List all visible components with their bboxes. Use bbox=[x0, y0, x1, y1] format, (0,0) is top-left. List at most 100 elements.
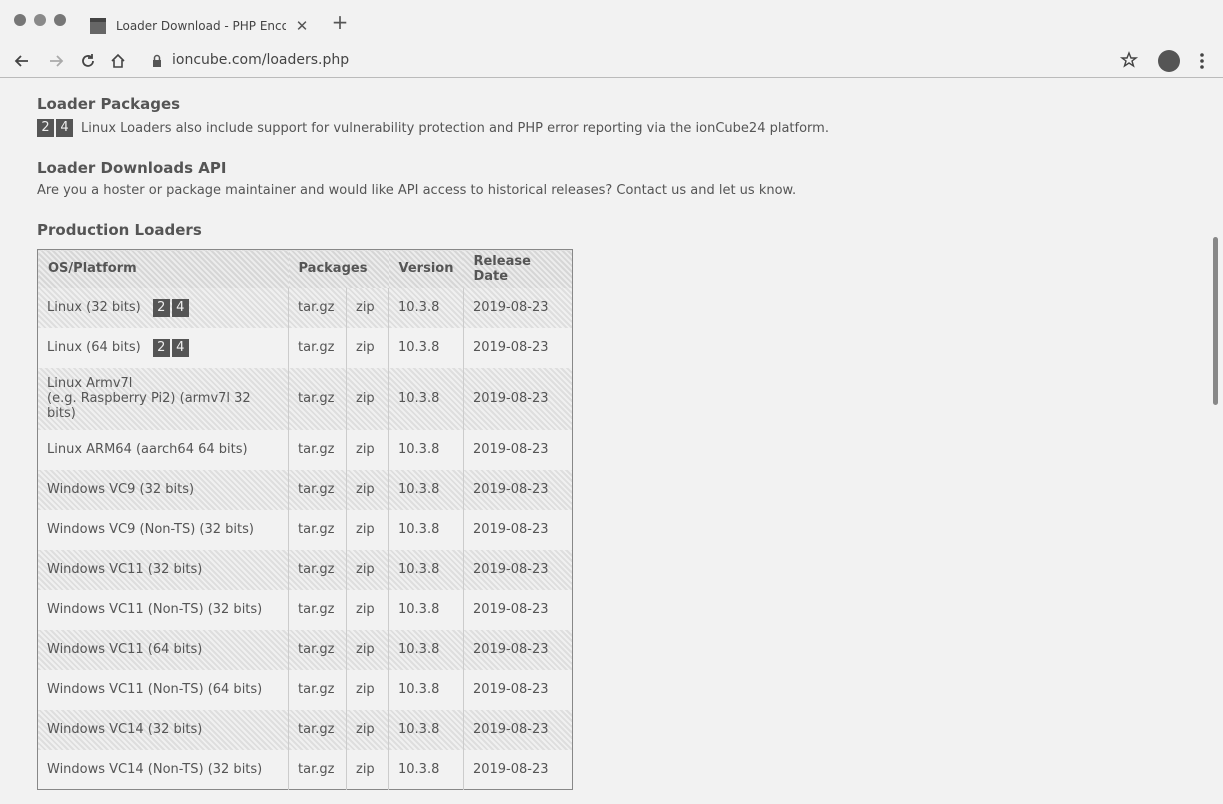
new-tab-button[interactable]: + bbox=[330, 12, 350, 32]
os-platform-cell: Linux (64 bits) 2 4 bbox=[37, 327, 289, 368]
ioncube24-badge: 24 bbox=[37, 119, 75, 137]
api-heading: Loader Downloads API bbox=[37, 159, 227, 177]
loader-packages-description: Linux Loaders also include support for v… bbox=[81, 120, 829, 136]
download-zip-link[interactable]: zip bbox=[346, 589, 389, 630]
release-date-cell: 2019-08-23 bbox=[463, 629, 573, 670]
download-tar-gz-link[interactable]: tar.gz bbox=[288, 469, 347, 510]
table-row: Windows VC14 (Non-TS) (32 bits) tar.gz zip… bbox=[37, 749, 573, 790]
browser-tab[interactable]: Loader Download - PHP Encoder ✕ bbox=[80, 8, 322, 44]
badge-digit: 4 bbox=[56, 119, 73, 137]
release-date-cell: 2019-08-23 bbox=[463, 367, 573, 430]
os-platform-label: Linux (64 bits) bbox=[47, 340, 141, 355]
os-platform-cell: Windows VC11 (Non-TS) (64 bits) bbox=[37, 669, 289, 710]
loader-packages-text: 24 Linux Loaders also include support fo… bbox=[37, 119, 829, 137]
download-tar-gz-link[interactable]: tar.gz bbox=[288, 509, 347, 550]
os-platform-label: Windows VC9 (32 bits) bbox=[47, 482, 195, 497]
table-row: Windows VC14 (32 bits) tar.gz zip 10.3.8 201… bbox=[37, 709, 573, 750]
os-platform-label: Windows VC14 (Non-TS) (32 bits) bbox=[47, 761, 263, 777]
reload-icon bbox=[82, 54, 94, 67]
download-tar-gz-link[interactable]: tar.gz bbox=[288, 327, 347, 368]
reload-button[interactable] bbox=[76, 49, 100, 73]
release-date-cell: 2019-08-23 bbox=[463, 429, 573, 470]
tab-bar: Loader Download - PHP Encoder ✕ + bbox=[0, 0, 1223, 44]
table-row: Windows VC9 (32 bits) tar.gz zip 10.3.8 2019… bbox=[37, 469, 573, 510]
badge-digit: 4 bbox=[171, 338, 189, 357]
version-cell: 10.3.8 bbox=[388, 669, 464, 710]
download-zip-link[interactable]: zip bbox=[346, 549, 389, 590]
os-platform-cell: Windows VC14 (32 bits) bbox=[37, 709, 289, 750]
os-platform-label: Windows VC11 (Non-TS) (32 bits) bbox=[47, 602, 263, 617]
download-tar-gz-link[interactable]: tar.gz bbox=[288, 549, 347, 590]
os-platform-label: Linux (32 bits) bbox=[47, 300, 141, 315]
loader-packages-heading: Loader Packages bbox=[37, 95, 181, 113]
release-date-cell: 2019-08-23 bbox=[463, 709, 573, 750]
download-tar-gz-link[interactable]: tar.gz bbox=[288, 367, 347, 430]
download-tar-gz-link[interactable]: tar.gz bbox=[288, 669, 347, 710]
download-zip-link[interactable]: zip bbox=[346, 749, 389, 790]
release-date-cell: 2019-08-23 bbox=[463, 589, 573, 630]
download-zip-link[interactable]: zip bbox=[346, 469, 389, 510]
api-text: Are you a hoster or package maintainer a… bbox=[37, 183, 797, 198]
download-zip-link[interactable]: zip bbox=[346, 509, 389, 550]
os-platform-label: Windows VC11 (32 bits) bbox=[47, 562, 203, 577]
column-header-release-date: Release Date bbox=[463, 249, 573, 288]
download-tar-gz-link[interactable]: tar.gz bbox=[288, 589, 347, 630]
os-platform-label: Linux ARM64 (aarch64 64 bits) bbox=[47, 442, 248, 457]
lock-icon[interactable] bbox=[152, 54, 162, 68]
profile-avatar[interactable] bbox=[1158, 50, 1180, 72]
bookmark-star-icon[interactable] bbox=[1118, 49, 1140, 71]
version-cell: 10.3.8 bbox=[388, 367, 464, 430]
download-tar-gz-link[interactable]: tar.gz bbox=[288, 629, 347, 670]
version-cell: 10.3.8 bbox=[388, 327, 464, 368]
download-zip-link[interactable]: zip bbox=[346, 287, 389, 328]
download-zip-link[interactable]: zip bbox=[346, 709, 389, 750]
badge-digit: 2 bbox=[152, 298, 170, 317]
download-tar-gz-link[interactable]: tar.gz bbox=[288, 429, 347, 470]
download-zip-link[interactable]: zip bbox=[346, 669, 389, 710]
home-button[interactable] bbox=[106, 49, 130, 73]
download-zip-link[interactable]: zip bbox=[346, 629, 389, 670]
tab-close-icon[interactable]: ✕ bbox=[294, 17, 310, 35]
table-row: Windows VC11 (Non-TS) (64 bits) tar.gz zip… bbox=[37, 669, 573, 710]
version-cell: 10.3.8 bbox=[388, 429, 464, 470]
home-icon bbox=[111, 53, 125, 68]
badge-digit: 4 bbox=[171, 298, 189, 317]
badge-digit: 2 bbox=[37, 119, 54, 137]
window-close-button[interactable] bbox=[14, 14, 26, 26]
back-button[interactable] bbox=[10, 49, 34, 73]
window-maximize-button[interactable] bbox=[54, 14, 66, 26]
download-tar-gz-link[interactable]: tar.gz bbox=[288, 709, 347, 750]
production-loaders-heading: Production Loaders bbox=[37, 221, 202, 239]
table-row: Windows VC11 (32 bits) tar.gz zip 10.3.8 201… bbox=[37, 549, 573, 590]
release-date-cell: 2019-08-23 bbox=[463, 469, 573, 510]
release-date-cell: 2019-08-23 bbox=[463, 669, 573, 710]
table-row: Windows VC11 (Non-TS) (32 bits) tar.gz zip… bbox=[37, 589, 573, 630]
forward-button[interactable] bbox=[44, 49, 68, 73]
os-platform-sublabel: (e.g. Raspberry Pi2) (armv7l 32 bits) bbox=[47, 391, 251, 421]
os-platform-cell: Windows VC9 (32 bits) bbox=[37, 469, 289, 510]
download-zip-link[interactable]: zip bbox=[346, 429, 389, 470]
download-zip-link[interactable]: zip bbox=[346, 327, 389, 368]
os-platform-cell: Windows VC14 (Non-TS) (32 bits) bbox=[37, 749, 289, 790]
os-platform-cell: Windows VC11 (Non-TS) (32 bits) bbox=[37, 589, 289, 630]
download-tar-gz-link[interactable]: tar.gz bbox=[288, 749, 347, 790]
column-header-os: OS/Platform bbox=[37, 249, 289, 288]
table-header-row: OS/Platform Packages Version Release Dat… bbox=[37, 249, 573, 288]
os-platform-cell: Linux Armv7l (e.g. Raspberry Pi2) (armv7l… bbox=[37, 367, 289, 430]
release-date-cell: 2019-08-23 bbox=[463, 509, 573, 550]
column-header-packages: Packages bbox=[288, 249, 389, 288]
version-cell: 10.3.8 bbox=[388, 749, 464, 790]
menu-dots-icon[interactable] bbox=[1192, 50, 1212, 72]
version-cell: 10.3.8 bbox=[388, 509, 464, 550]
address-bar[interactable]: ioncube.com/loaders.php bbox=[172, 52, 349, 68]
page-viewport: Loader Packages 24 Linux Loaders also in… bbox=[0, 79, 1223, 804]
download-zip-link[interactable]: zip bbox=[346, 367, 389, 430]
window-minimize-button[interactable] bbox=[34, 14, 46, 26]
production-loaders-table: OS/Platform Packages Version Release Dat… bbox=[37, 249, 573, 790]
os-platform-label: Windows VC11 (64 bits) bbox=[47, 642, 203, 657]
release-date-cell: 2019-08-23 bbox=[463, 749, 573, 790]
scrollbar-thumb[interactable] bbox=[1213, 237, 1218, 405]
ioncube24-badge: 24 bbox=[152, 298, 191, 317]
download-tar-gz-link[interactable]: tar.gz bbox=[288, 287, 347, 328]
ioncube24-badge: 24 bbox=[152, 338, 191, 357]
